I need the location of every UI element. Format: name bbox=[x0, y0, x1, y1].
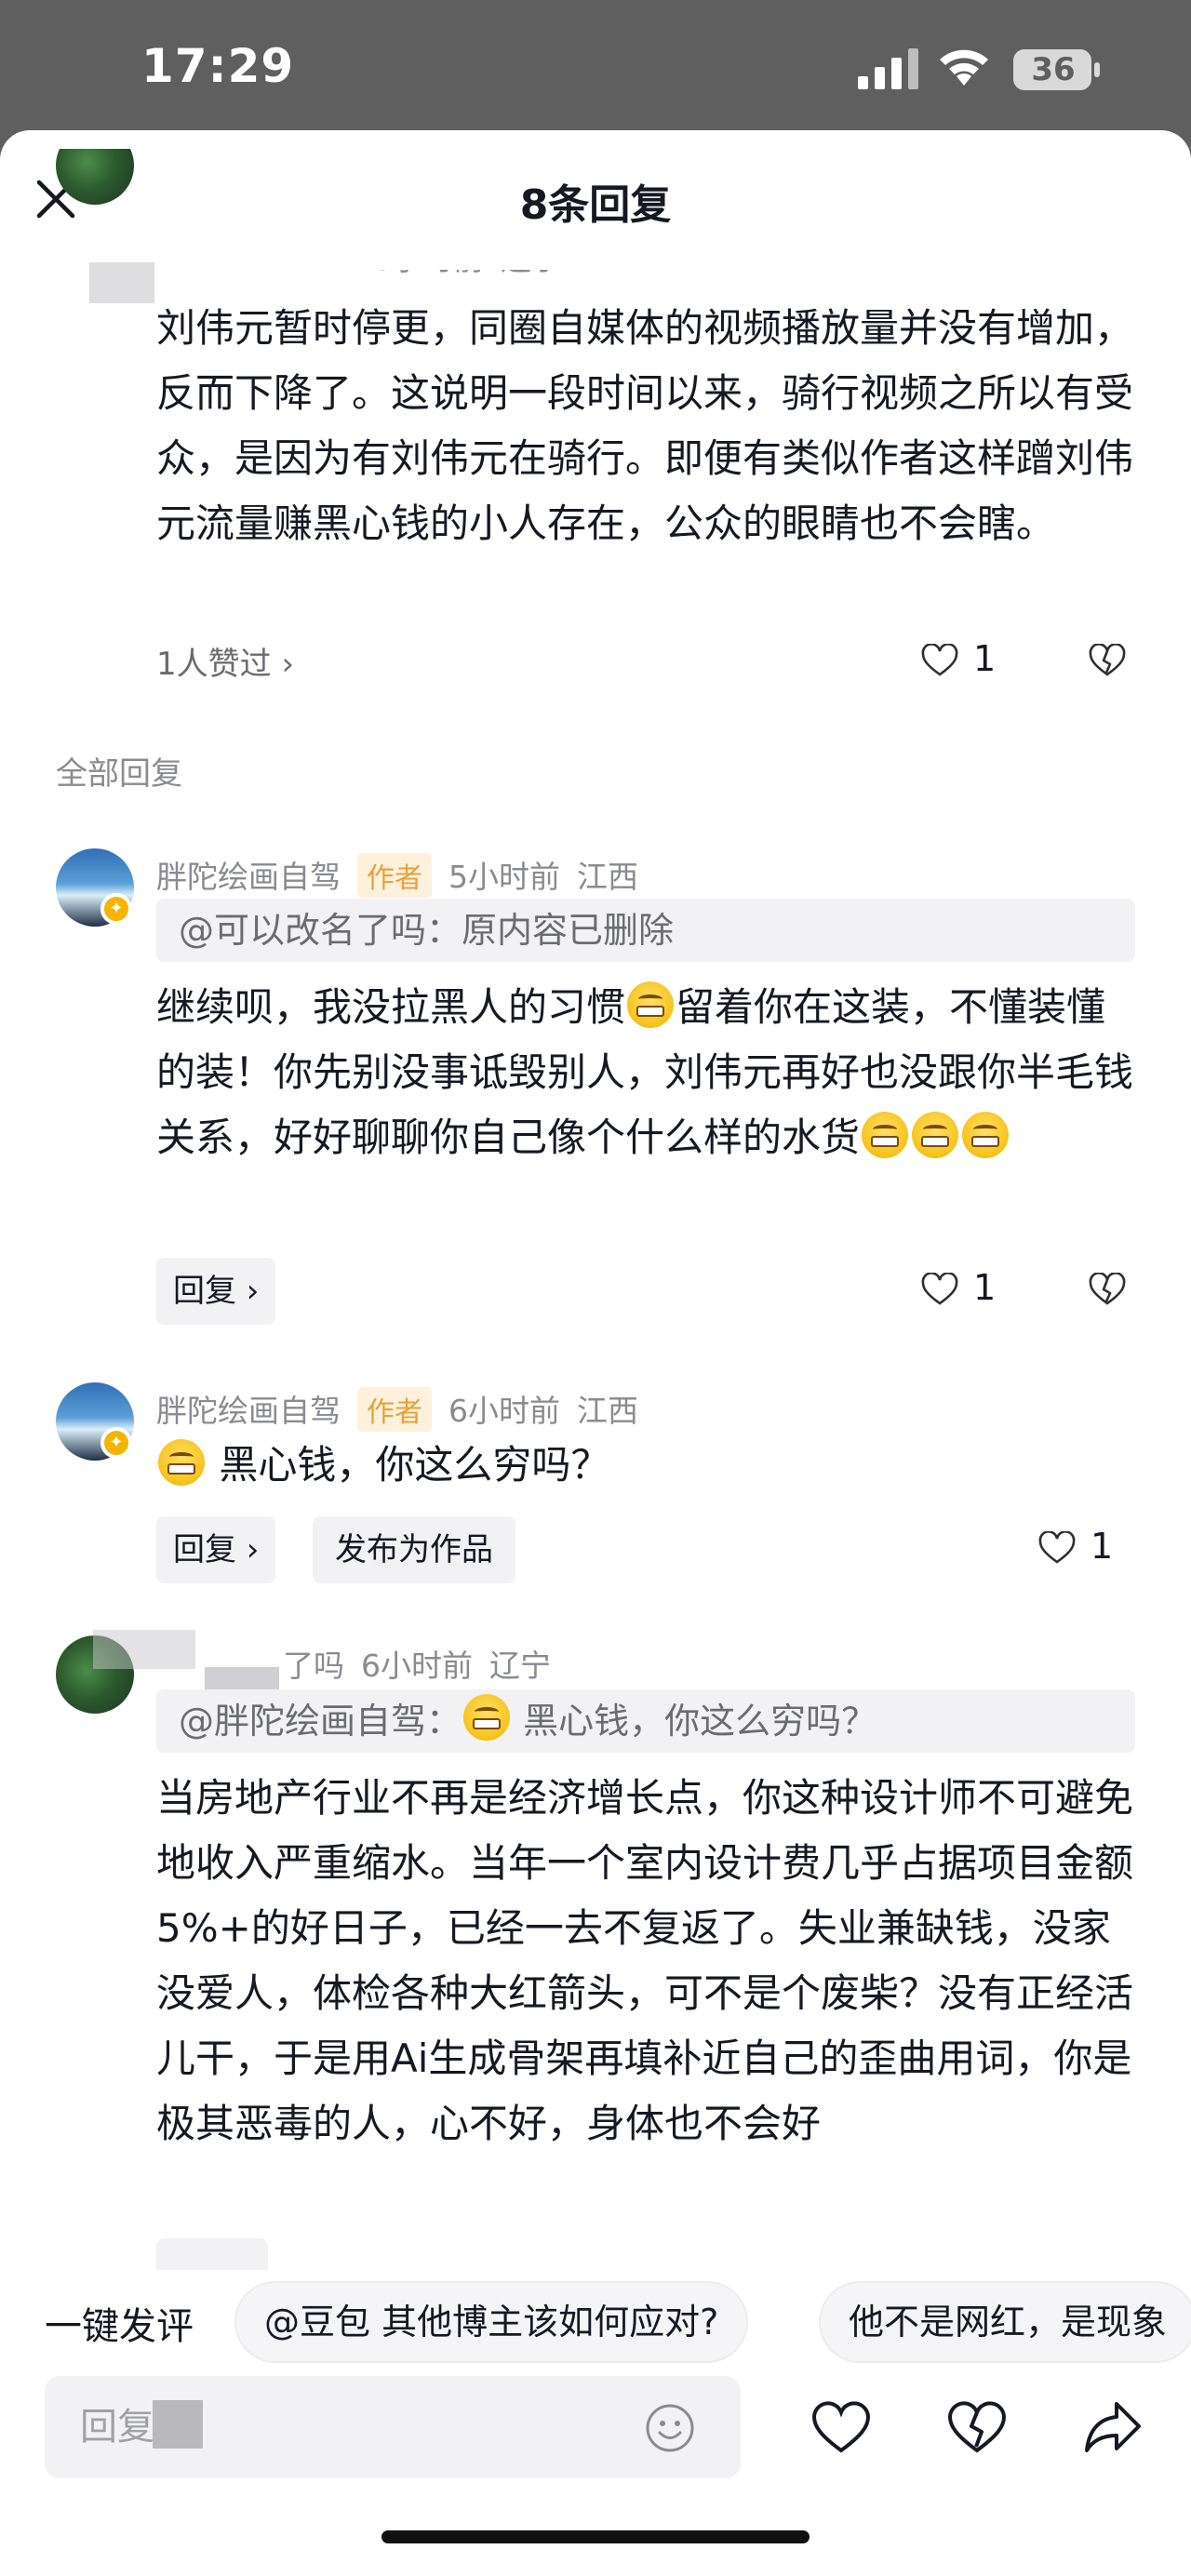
broken-heart-icon[interactable] bbox=[1089, 1273, 1126, 1306]
comment-meta: 胖陀绘画自驾 作者 6小时前 江西 bbox=[156, 1386, 655, 1432]
reply-input-placeholder: 回复 bbox=[80, 2406, 154, 2449]
emoji-icon[interactable] bbox=[644, 2402, 696, 2454]
wifi-icon bbox=[940, 49, 988, 86]
verified-badge-icon: ✦ bbox=[100, 893, 132, 925]
verified-badge-icon: ✦ bbox=[100, 1427, 132, 1459]
broken-heart-icon[interactable] bbox=[947, 2400, 1007, 2454]
quick-comment-chip[interactable]: 他不是网红，是现象 bbox=[819, 2281, 1191, 2363]
quick-comment-row: 一键发评 @豆包 其他博主该如何应对? 他不是网红，是现象 bbox=[0, 2270, 1191, 2372]
grin-emoji-icon bbox=[912, 1112, 959, 1158]
heart-icon[interactable] bbox=[1038, 1531, 1076, 1565]
author-tag: 作者 bbox=[357, 1387, 432, 1432]
comment-text: 黑心钱，你这么穷吗？ bbox=[156, 1433, 1143, 1498]
sheet-title: 8条回复 bbox=[519, 181, 672, 229]
like-count: 1 bbox=[1091, 1526, 1114, 1567]
likers-link[interactable]: 1人赞过 › bbox=[156, 638, 294, 684]
avatar[interactable] bbox=[56, 149, 134, 205]
comment-text: 继续呗，我没拉黑人的习惯 留着你在这装，不懂装懂的装！你先别没事诋毁别人，刘伟元再… bbox=[156, 975, 1143, 1170]
quick-comment-label: 一键发评 bbox=[45, 2305, 194, 2348]
comment-text: 刘伟元暂时停更，同圈自媒体的视频播放量并没有增加，反而下降了。这说明一段时间以来… bbox=[156, 305, 1134, 546]
grin-emoji-icon bbox=[862, 1112, 909, 1158]
quick-comment-chip[interactable]: @豆包 其他博主该如何应对? bbox=[234, 2281, 749, 2363]
comment-meta: 6小时前 辽宁 bbox=[372, 241, 562, 277]
grin-emoji-icon bbox=[962, 1112, 1010, 1158]
like-count: 1 bbox=[973, 638, 997, 679]
grin-emoji-icon bbox=[158, 1439, 205, 1486]
share-icon[interactable] bbox=[1083, 2400, 1143, 2454]
grin-emoji-icon bbox=[627, 981, 675, 1028]
redacted-placeholder bbox=[153, 2400, 203, 2449]
home-indicator bbox=[381, 2530, 810, 2543]
comment-meta: 胖陀绘画自驾 作者 5小时前 江西 bbox=[156, 852, 655, 898]
reply-button[interactable]: 回复 › bbox=[156, 1258, 276, 1325]
redacted-username bbox=[93, 1630, 195, 1669]
reply-input[interactable]: 回复 bbox=[45, 2376, 741, 2478]
author-tag: 作者 bbox=[357, 853, 432, 898]
battery-level: 36 bbox=[1031, 51, 1076, 88]
replies-sheet: 8条回复 6小时前 辽宁 刘伟元暂时停更，同圈自媒体的视频播放量并没有增加，反而下… bbox=[0, 130, 1191, 2576]
like-count: 1 bbox=[973, 1267, 997, 1308]
quoted-comment: @可以改名了吗：原内容已删除 bbox=[156, 899, 1135, 962]
reply-button[interactable]: 回复 › bbox=[156, 1516, 276, 1583]
heart-icon[interactable] bbox=[811, 2400, 871, 2454]
publish-as-work-button[interactable]: 发布为作品 bbox=[313, 1516, 515, 1583]
redacted-username bbox=[89, 262, 154, 303]
heart-icon[interactable] bbox=[921, 1273, 958, 1306]
cellular-signal-icon bbox=[858, 48, 918, 89]
section-all-replies: 全部回复 bbox=[56, 755, 182, 793]
quoted-comment: @胖陀绘画自驾： 黑心钱，你这么穷吗？ bbox=[156, 1689, 1135, 1753]
grin-emoji-icon bbox=[463, 1694, 511, 1741]
comment-meta: 了吗 6小时前 辽宁 bbox=[283, 1648, 551, 1684]
heart-icon[interactable] bbox=[921, 644, 958, 677]
status-time: 17:29 bbox=[141, 39, 295, 93]
comment-text: 当房地产行业不再是经济增长点，你这种设计师不可避免地收入严重缩水。当年一个室内设… bbox=[156, 1775, 1134, 2146]
broken-heart-icon[interactable] bbox=[1089, 644, 1126, 677]
